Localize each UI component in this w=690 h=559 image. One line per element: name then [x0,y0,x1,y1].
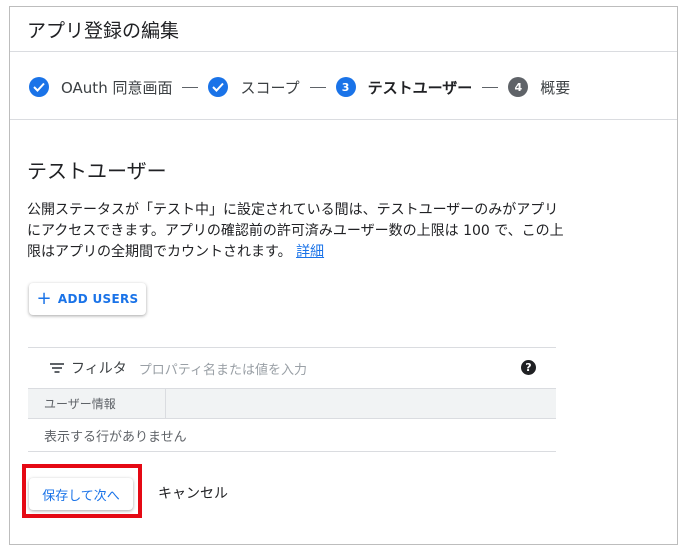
add-users-button[interactable]: + ADD USERS [29,283,146,315]
cancel-button[interactable]: キャンセル [158,483,228,503]
save-and-continue-button[interactable]: 保存して次へ [29,478,133,510]
step-number-badge: 3 [335,77,356,97]
step-label: スコープ [240,78,300,97]
column-header-user-info[interactable]: ユーザー情報 [28,389,166,418]
section-heading: テストユーザー [27,159,167,183]
filter-input[interactable]: プロパティ名または値を入力 [139,359,307,378]
plus-icon: + [36,288,52,309]
step-connector [482,86,499,88]
learn-more-link[interactable]: 詳細 [296,244,324,260]
app-registration-panel: アプリ登録の編集 OAuth 同意画面 スコープ 3 テストユーザー 4 概要 … [9,6,678,545]
step-label: 概要 [540,78,571,97]
step-number-badge: 4 [508,77,529,97]
stepper-divider [10,119,677,120]
step-scopes[interactable]: スコープ [208,77,300,98]
stepper: OAuth 同意画面 スコープ 3 テストユーザー 4 概要 [29,74,570,100]
step-label: OAuth 同意画面 [61,78,173,97]
table-empty-message: 表示する行がありません [28,419,556,452]
filter-bar[interactable]: フィルタ プロパティ名または値を入力 ? [28,347,556,389]
check-icon [29,77,49,97]
filter-label: フィルタ [71,361,127,377]
help-icon[interactable]: ? [521,360,536,375]
step-connector [182,86,199,88]
page-title: アプリ登録の編集 [27,20,180,42]
table-header: ユーザー情報 [28,389,556,419]
add-users-label: ADD USERS [57,292,139,306]
step-test-users[interactable]: 3 テストユーザー [335,77,473,98]
check-icon [208,77,229,97]
step-oauth-consent[interactable]: OAuth 同意画面 [29,77,172,98]
step-label: テストユーザー [367,78,473,97]
title-divider [10,51,677,52]
section-description: 公開ステータスが「テスト中」に設定されている間は、テストユーザーのみがアプリにア… [27,200,567,263]
step-summary[interactable]: 4 概要 [508,77,570,98]
step-connector [309,86,326,88]
filter-icon [50,363,64,373]
